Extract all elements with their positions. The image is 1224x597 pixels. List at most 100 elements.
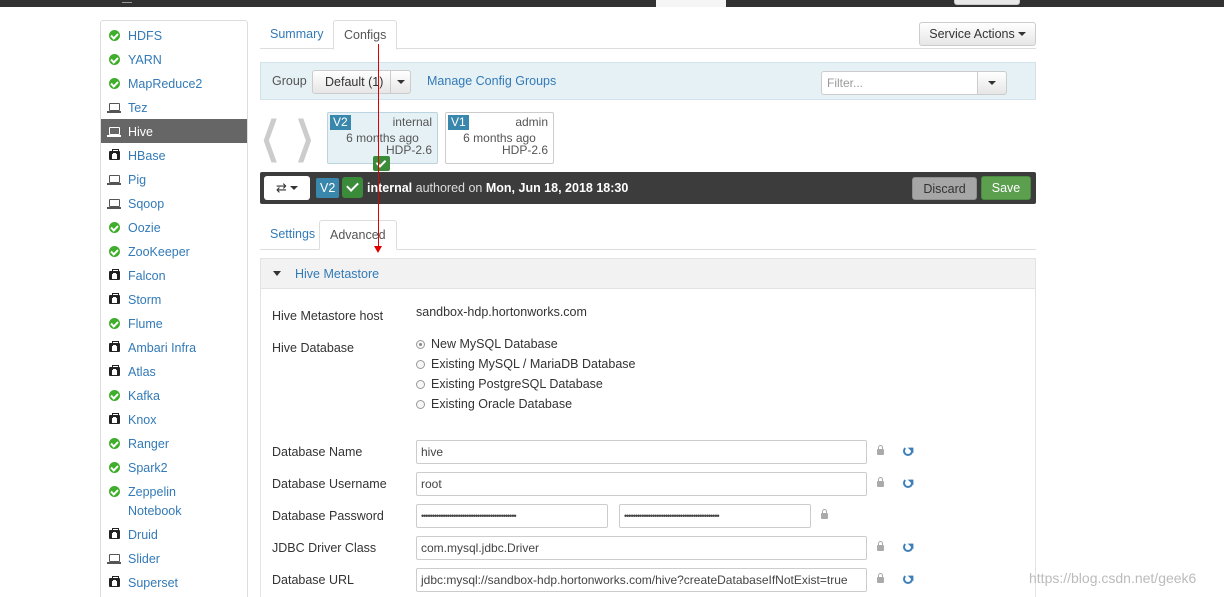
sidebar-item-hive[interactable]: Hive — [101, 119, 247, 143]
sidebar-item-yarn[interactable]: YARN — [101, 49, 247, 73]
check-icon — [109, 462, 120, 473]
filter-input[interactable]: Filter... — [821, 71, 978, 95]
sidebar-item-mapreduce2[interactable]: MapReduce2 — [101, 73, 247, 97]
config-group-dropdown[interactable] — [390, 70, 411, 94]
check-icon — [109, 30, 120, 41]
sidebar-item-zeppelin-notebook[interactable]: Zeppelin Notebook — [101, 481, 247, 523]
next-version-arrow-icon[interactable]: ❯ — [294, 116, 314, 160]
database-name-label: Database Name — [272, 445, 363, 459]
sidebar-item-label: Slider — [128, 552, 160, 566]
sidebar-item-hdfs[interactable]: HDFS — [101, 25, 247, 49]
version-card-v1[interactable]: V1 admin 6 months ago HDP-2.6 — [445, 112, 554, 164]
sidebar-item-label: ZooKeeper — [128, 245, 190, 259]
sidebar-item-label: Ambari Infra — [128, 341, 197, 355]
medkit-icon — [109, 576, 120, 587]
manage-config-groups-link[interactable]: Manage Config Groups — [427, 74, 556, 88]
sidebar-item-flume[interactable]: Flume — [101, 313, 247, 337]
sidebar-item-label: Pig — [128, 173, 147, 187]
refresh-icon[interactable] — [903, 446, 913, 456]
refresh-icon[interactable] — [903, 542, 913, 552]
database-url-input[interactable]: jdbc:mysql://sandbox-hdp.hortonworks.com… — [416, 568, 867, 592]
sidebar-item-zookeeper[interactable]: ZooKeeper — [101, 241, 247, 265]
lock-icon[interactable] — [877, 477, 884, 487]
sidebar-item-knox[interactable]: Knox — [101, 409, 247, 433]
version-author-info: internal authored on Mon, Jun 18, 2018 1… — [367, 181, 629, 195]
sidebar-item-superset[interactable]: Superset — [101, 572, 247, 596]
sidebar-item-pig[interactable]: Pig — [101, 169, 247, 193]
lock-icon[interactable] — [877, 445, 884, 455]
sidebar-item-label: Oozie — [128, 221, 161, 235]
database-password-confirm-input[interactable]: ••••••••••••••••••••••••••••••••••••••••… — [619, 504, 811, 528]
medkit-icon — [109, 293, 120, 304]
check-icon — [109, 438, 120, 449]
check-icon — [109, 78, 120, 89]
jdbc-driver-class-input[interactable]: com.mysql.jdbc.Driver — [416, 536, 867, 560]
radio-existing-mysql[interactable]: Existing MySQL / MariaDB Database — [416, 357, 635, 371]
sidebar-item-kafka[interactable]: Kafka — [101, 385, 247, 409]
caret-down-icon — [988, 81, 996, 85]
version-badge: V1 — [448, 115, 469, 130]
database-password-input[interactable]: ••••••••••••••••••••••••••••••••••••••••… — [416, 504, 608, 528]
hive-metastore-section-header[interactable]: Hive Metastore — [260, 258, 1036, 289]
radio-label: Existing MySQL / MariaDB Database — [431, 357, 636, 371]
sidebar-item-label: Falcon — [128, 269, 166, 283]
save-button[interactable]: Save — [981, 176, 1031, 200]
sidebar-item-atlas[interactable]: Atlas — [101, 361, 247, 385]
lock-icon[interactable] — [821, 509, 828, 519]
sidebar-item-falcon[interactable]: Falcon — [101, 265, 247, 289]
database-name-input[interactable]: hive — [416, 440, 867, 464]
tab-summary[interactable]: Summary — [260, 20, 333, 50]
radio-new-mysql[interactable]: New MySQL Database — [416, 337, 558, 351]
lock-icon[interactable] — [877, 541, 884, 551]
refresh-icon[interactable] — [903, 574, 913, 584]
config-group-select[interactable]: Default (1) — [312, 70, 391, 94]
sidebar-item-druid[interactable]: Druid — [101, 524, 247, 548]
version-info-bar: ⇄ V2 internal authored on Mon, Jun 18, 2… — [260, 172, 1036, 204]
sidebar-item-label: Knox — [128, 413, 157, 427]
sidebar-item-label: Zeppelin Notebook — [128, 485, 182, 518]
sidebar-item-slider[interactable]: Slider — [101, 548, 247, 572]
lock-icon[interactable] — [877, 573, 884, 583]
sidebar-item-label: Hive — [128, 125, 154, 139]
top-nav-active-tab[interactable] — [656, 0, 726, 7]
config-group-value: Default (1) — [325, 75, 384, 89]
top-nav-button[interactable] — [954, 0, 1020, 5]
database-username-input[interactable]: root — [416, 472, 867, 496]
tab-configs[interactable]: Configs — [333, 20, 398, 50]
prev-version-arrow-icon[interactable]: ❮ — [260, 116, 280, 160]
sidebar-item-label: Kafka — [128, 389, 160, 403]
check-icon — [109, 222, 120, 233]
laptop-icon — [107, 554, 121, 564]
radio-existing-postgresql[interactable]: Existing PostgreSQL Database — [416, 377, 603, 391]
radio-dot[interactable] — [416, 399, 425, 409]
metastore-host-label: Hive Metastore host — [272, 309, 384, 323]
tab-advanced[interactable]: Advanced — [319, 220, 397, 250]
discard-button[interactable]: Discard — [912, 177, 977, 200]
tab-settings[interactable]: Settings — [260, 220, 325, 250]
sidebar-item-ambari-infra[interactable]: Ambari Infra — [101, 337, 247, 361]
version-user: internal — [392, 115, 432, 129]
database-password-label: Database Password — [272, 509, 384, 523]
hive-database-label: Hive Database — [272, 341, 354, 355]
radio-dot[interactable] — [416, 359, 425, 369]
version-badge: V2 — [316, 178, 340, 198]
sidebar-item-ranger[interactable]: Ranger — [101, 433, 247, 457]
sidebar-item-spark2[interactable]: Spark2 — [101, 457, 247, 481]
caret-down-icon — [396, 80, 405, 84]
refresh-icon[interactable] — [903, 478, 913, 488]
service-actions-button[interactable]: Service Actions — [919, 22, 1036, 46]
service-actions-label: Service Actions — [929, 27, 1015, 41]
sidebar-item-label: Sqoop — [128, 197, 165, 211]
compare-versions-button[interactable]: ⇄ — [264, 176, 310, 200]
radio-dot[interactable] — [416, 339, 425, 349]
sidebar-item-storm[interactable]: Storm — [101, 289, 247, 313]
caret-down-icon — [289, 186, 298, 190]
radio-dot[interactable] — [416, 379, 425, 389]
filter-dropdown[interactable] — [977, 71, 1007, 95]
annotation-arrow-line — [378, 44, 379, 248]
sidebar-item-oozie[interactable]: Oozie — [101, 217, 247, 241]
sidebar-item-tez[interactable]: Tez — [101, 97, 247, 121]
sidebar-item-sqoop[interactable]: Sqoop — [101, 193, 247, 217]
radio-existing-oracle[interactable]: Existing Oracle Database — [416, 397, 572, 411]
sidebar-item-hbase[interactable]: HBase — [101, 145, 247, 169]
